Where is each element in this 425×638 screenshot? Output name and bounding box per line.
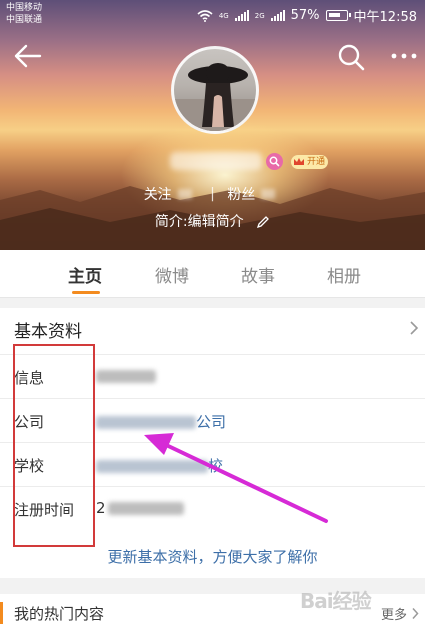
fans-count-blurred <box>261 189 276 199</box>
more-button[interactable] <box>388 46 420 66</box>
active-tab-indicator <box>72 291 100 294</box>
chevron-right-icon[interactable] <box>411 607 419 620</box>
follow-divider: | <box>210 186 215 202</box>
battery-percent: 57% <box>290 8 320 23</box>
follow-link[interactable]: 关注 <box>144 184 198 204</box>
battery-icon <box>325 10 351 21</box>
vip-open-badge[interactable]: 开通 <box>291 155 329 169</box>
tab-weibo[interactable]: 微博 <box>155 262 189 287</box>
chevron-right-icon[interactable] <box>409 320 419 336</box>
more-dots-icon <box>391 53 417 59</box>
info-value <box>96 367 156 385</box>
tab-story[interactable]: 故事 <box>241 262 275 287</box>
fans-label: 粉丝 <box>227 187 256 203</box>
carrier-2: 中国联通 <box>6 15 43 25</box>
info-value-blurred <box>96 370 156 383</box>
nickname-blurred <box>170 152 262 170</box>
signal-icon-1 <box>234 10 249 21</box>
tab-album[interactable]: 相册 <box>327 262 361 287</box>
basic-info-title[interactable]: 基本资料 <box>14 317 82 342</box>
follow-label: 关注 <box>143 187 172 203</box>
annotation-red-box <box>13 344 95 547</box>
fans-link[interactable]: 粉丝 <box>227 184 281 204</box>
annotation-arrow-icon <box>144 433 328 523</box>
signal-icon-2 <box>270 10 285 21</box>
pencil-icon <box>257 216 269 229</box>
hot-accent-bar <box>0 602 3 624</box>
intro-edit[interactable]: 简介:编辑简介 <box>0 211 425 231</box>
status-icons: 4G 2G 57% 中午12:58 <box>197 6 417 25</box>
wifi-icon <box>197 9 213 22</box>
baidu-watermark: Bai经验 <box>300 589 372 613</box>
back-arrow-icon <box>14 44 42 68</box>
search-icon <box>338 44 365 71</box>
vip-badge-label: 开通 <box>307 157 326 167</box>
magnifier-icon <box>269 156 280 167</box>
update-basic-info-link[interactable]: 更新基本资料，方便大家了解你 <box>0 546 425 567</box>
back-button[interactable] <box>12 42 44 70</box>
carrier-1: 中国移动 <box>6 3 43 13</box>
follow-stats: 关注 | 粉丝 <box>0 184 425 204</box>
tab-home[interactable]: 主页 <box>68 262 102 287</box>
status-bar: 中国移动 中国联通 4G 2G 57% 中午12:58 <box>0 0 425 32</box>
cover-mountains <box>0 186 425 250</box>
network-type-2: 2G <box>254 11 265 20</box>
profile-tabs: 主页 微博 故事 相册 <box>0 250 425 298</box>
crown-icon <box>294 158 304 165</box>
network-type-1: 4G <box>218 11 229 20</box>
follow-count-blurred <box>177 189 192 199</box>
search-button[interactable] <box>336 42 366 72</box>
profile-avatar[interactable] <box>171 46 259 134</box>
badge-search-icon[interactable] <box>266 153 283 170</box>
hot-more-link[interactable]: 更多 <box>381 604 407 623</box>
register-time-visible: 2 <box>96 499 106 517</box>
hot-content-title: 我的热门内容 <box>14 605 105 623</box>
intro-text: 简介:编辑简介 <box>154 214 244 230</box>
clock: 中午12:58 <box>353 10 417 25</box>
